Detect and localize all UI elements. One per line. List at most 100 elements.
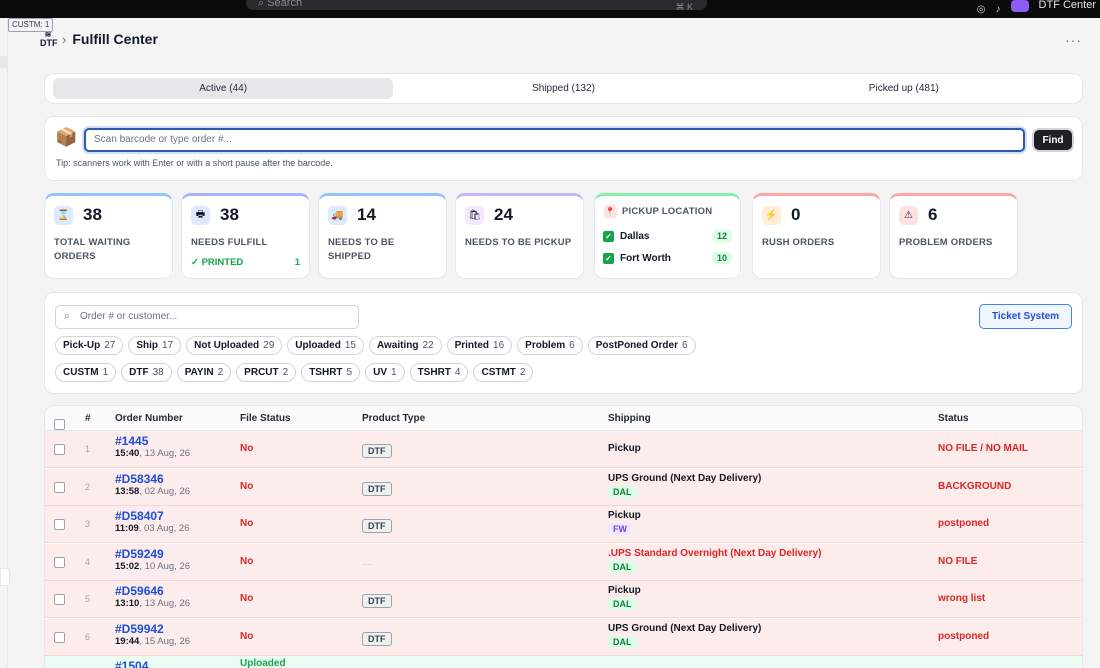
more-icon[interactable]: ···: [1065, 32, 1082, 48]
product-type-tag: DTF: [362, 444, 392, 458]
filter-chip[interactable]: Awaiting 22: [368, 336, 442, 355]
user-name[interactable]: DTF Center: [1039, 0, 1096, 11]
stat-total-waiting[interactable]: ⌛ 38 TOTAL WAITING ORDERS: [44, 193, 173, 279]
order-tabs: Active (44) Shipped (132) Picked up (481…: [44, 73, 1083, 104]
pickup-location-fort-worth[interactable]: ✓ Fort Worth 10: [603, 250, 732, 266]
filter-chip[interactable]: Not Uploaded 29: [186, 336, 283, 355]
filter-chip[interactable]: TSHRT 4: [409, 363, 469, 382]
filter-chip[interactable]: Uploaded 15: [287, 336, 364, 355]
table-row[interactable]: 2 #D58346 13:58, 02 Aug, 26 No DTF UPS Ground…: [45, 468, 1082, 506]
tab-active[interactable]: Active (44): [53, 78, 394, 99]
stat-rush-orders[interactable]: ⚡ 0 RUSH ORDERS: [752, 193, 881, 279]
filter-chip[interactable]: Pick-Up 27: [55, 336, 124, 355]
order-link[interactable]: #D58407: [115, 510, 190, 523]
product-type-tag: DTF: [362, 631, 392, 646]
row-checkbox[interactable]: [54, 631, 65, 643]
order-link[interactable]: #D59249: [115, 547, 190, 561]
location-count: 12: [711, 230, 732, 242]
filters-panel: ⌕ Order # or customer... Ticket System P…: [44, 292, 1083, 394]
table-row[interactable]: 7#1504Uploaded: [45, 656, 1082, 668]
lightning-icon: ⚡: [762, 206, 781, 225]
checkbox-checked-icon[interactable]: ✓: [603, 252, 614, 264]
row-checkbox[interactable]: [54, 481, 65, 493]
table-row[interactable]: 1 #1445 15:40, 13 Aug, 26 No DTF Pickup NO FIL…: [45, 431, 1082, 468]
filter-chip[interactable]: PAYIN 2: [176, 363, 232, 382]
filter-chip[interactable]: Problem 6: [517, 336, 583, 355]
row-index: 6: [85, 631, 91, 642]
dtf-logo[interactable]: ≋ DTF: [40, 31, 58, 48]
order-date: 15:02, 10 Aug, 26: [115, 560, 191, 572]
stat-needs-pickup[interactable]: 🛍 24 NEEDS TO BE PICKUP: [455, 193, 584, 279]
file-status: No: [240, 443, 254, 454]
product-type-tag: DTF: [362, 594, 392, 608]
warning-icon: ⚠: [899, 206, 918, 225]
search-icon: ⌕: [258, 0, 268, 9]
order-link[interactable]: #1504: [115, 660, 148, 668]
help-icon[interactable]: ◎: [977, 4, 986, 15]
scan-input[interactable]: Scan barcode or type order #...: [84, 128, 1025, 152]
col-file-status[interactable]: File Status: [240, 413, 291, 424]
location-badge: FW: [608, 523, 632, 535]
find-button[interactable]: Find: [1034, 130, 1072, 150]
order-date: 13:58, 02 Aug, 26: [115, 485, 191, 497]
status-badge: BACKGROUND: [938, 480, 1012, 492]
table-row[interactable]: 3 #D58407 11:09, 03 Aug, 26 No DTF Pickup FW po…: [45, 506, 1082, 543]
col-status[interactable]: Status: [938, 413, 969, 424]
breadcrumb: ≋ DTF › Fulfill Center: [40, 30, 158, 48]
global-search[interactable]: ⌕ Search ⌘ K: [246, 0, 707, 12]
product-filter-chips: CUSTM 1 DTF 38 PAYIN 2 PRCUT 2 TSHRT 5 UV 1 TSHRT 4 CS…: [55, 363, 534, 382]
order-search-input[interactable]: ⌕ Order # or customer...: [55, 305, 359, 329]
shipping-method: .UPS Standard Overnight (Next Day Delive…: [608, 547, 822, 559]
row-index: 2: [85, 481, 91, 492]
product-type-empty: —: [362, 558, 372, 570]
filter-chip[interactable]: PostPoned Order 6: [587, 336, 696, 355]
stat-value: 24: [494, 205, 513, 224]
tab-shipped[interactable]: Shipped (132): [393, 78, 733, 99]
filter-chip[interactable]: CUSTM 1: [55, 363, 117, 382]
status-badge: postponed: [938, 630, 990, 642]
table-row[interactable]: 4 #D59249 15:02, 10 Aug, 26 No — .UPS Standar…: [45, 543, 1082, 581]
order-link[interactable]: #1445: [115, 435, 190, 448]
row-index: 5: [85, 594, 91, 604]
stat-label: PROBLEM ORDERS: [899, 237, 993, 248]
table-row[interactable]: 5 #D59646 13:10, 13 Aug, 26 No DTF Pickup DAL w…: [45, 581, 1082, 618]
filter-chip[interactable]: TSHRT 5: [301, 363, 361, 382]
sidebar-handle[interactable]: [0, 56, 8, 68]
pickup-location-card: 📍 PICKUP LOCATION ✓ Dallas 12 ✓ Fort Wor…: [594, 193, 741, 279]
stat-needs-fulfill[interactable]: 🖶 38 NEEDS FULFILL ✓ PRINTED 1: [181, 193, 310, 279]
shipping-method: Pickup: [608, 510, 641, 521]
row-checkbox[interactable]: [54, 444, 65, 455]
checkbox-checked-icon[interactable]: ✓: [603, 230, 614, 242]
filter-chip[interactable]: Printed 16: [446, 336, 513, 355]
pickup-location-dallas[interactable]: ✓ Dallas 12: [603, 228, 732, 244]
bell-icon[interactable]: ♪: [996, 4, 1001, 15]
stat-needs-shipped[interactable]: 🚚 14 NEEDS TO BE SHIPPED: [318, 193, 447, 279]
filter-chip[interactable]: PRCUT 2: [236, 363, 297, 382]
select-all-checkbox[interactable]: [54, 419, 65, 430]
col-product-type[interactable]: Product Type: [362, 413, 425, 424]
order-date: 11:09, 03 Aug, 26: [115, 523, 190, 534]
order-link[interactable]: #D58346: [115, 472, 190, 486]
status-badge: wrong list: [938, 593, 986, 604]
filter-chip[interactable]: DTF 38: [121, 363, 172, 382]
order-date: 19:44, 15 Aug, 26: [115, 635, 191, 647]
filter-chip[interactable]: CSTMT 2: [473, 363, 534, 382]
stat-value: 38: [220, 205, 239, 224]
filter-chip[interactable]: Ship 17: [128, 336, 182, 355]
sidebar-toggle[interactable]: [0, 568, 10, 586]
table-row[interactable]: 6 #D59942 19:44, 15 Aug, 26 No DTF UPS Ground…: [45, 618, 1082, 656]
stat-problem-orders[interactable]: ⚠ 6 PROBLEM ORDERS: [889, 193, 1018, 279]
tab-picked-up[interactable]: Picked up (481): [734, 78, 1074, 99]
col-shipping[interactable]: Shipping: [608, 413, 651, 424]
filter-chip[interactable]: UV 1: [365, 363, 405, 382]
avatar[interactable]: [1010, 0, 1029, 12]
row-checkbox[interactable]: [54, 594, 65, 605]
row-checkbox[interactable]: [54, 556, 65, 568]
col-order-number[interactable]: Order Number: [115, 413, 183, 424]
file-status: No: [240, 630, 254, 642]
order-link[interactable]: #D59942: [115, 622, 190, 636]
order-link[interactable]: #D59646: [115, 585, 190, 598]
ticket-system-button[interactable]: Ticket System: [979, 304, 1072, 329]
row-checkbox[interactable]: [54, 519, 65, 530]
location-badge: DAL: [608, 485, 637, 498]
